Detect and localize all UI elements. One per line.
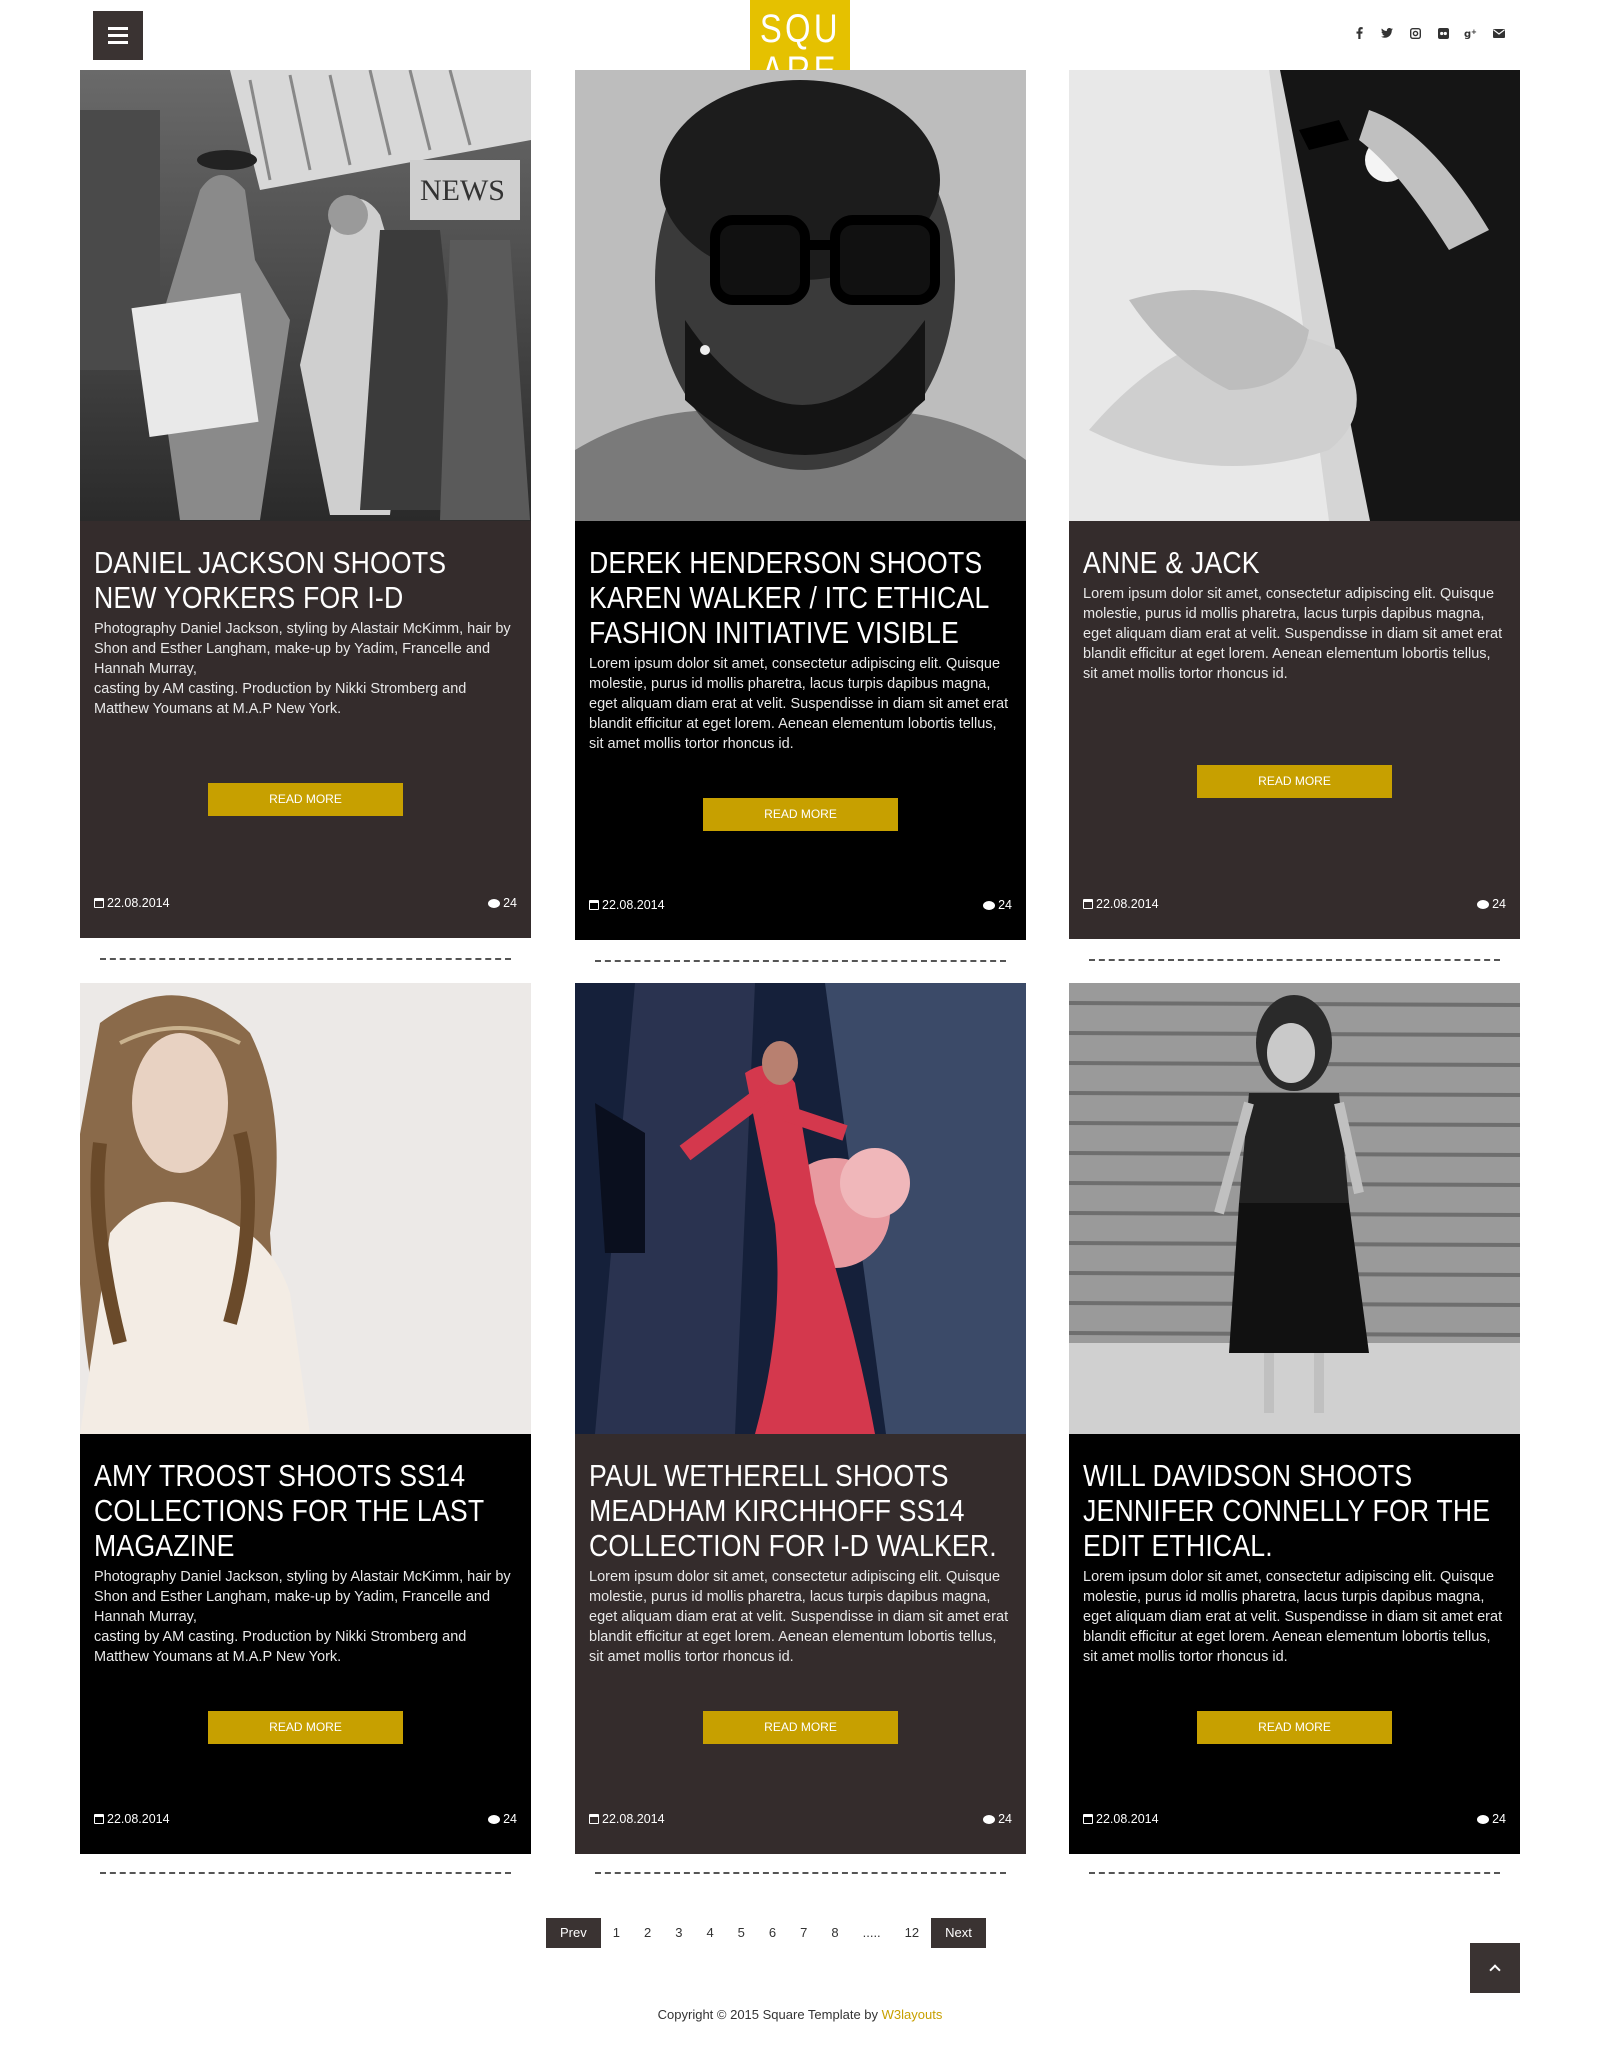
post-date: 22.08.2014 [589,898,665,912]
scroll-to-top-button[interactable] [1470,1943,1520,1993]
divider [595,1872,1006,1874]
page-link[interactable]: 5 [726,1918,757,1948]
divider [100,958,511,960]
post-meta: 22.08.2014 24 [589,898,1012,912]
post-comments[interactable]: 24 [983,1812,1012,1826]
pagination: Prev 1 2 3 4 5 6 7 8 ..... 12 Next [546,1918,986,1948]
calendar-icon [589,900,599,910]
menu-icon-bar [108,34,128,37]
facebook-icon[interactable] [1352,26,1366,40]
post-date: 22.08.2014 [94,1812,170,1826]
post-meta: 22.08.2014 24 [94,896,517,910]
comment-icon [983,1814,996,1824]
post-excerpt: Photography Daniel Jackson, styling by A… [94,1569,511,1665]
page-link[interactable]: 6 [757,1918,788,1948]
comment-icon [488,898,501,908]
footer: Copyright © 2015 Square Template by W3la… [0,2007,1600,2022]
comment-icon [1477,1814,1490,1824]
post-meta: 22.08.2014 24 [1083,1812,1506,1826]
twitter-icon[interactable] [1380,26,1394,40]
next-page-button[interactable]: Next [931,1918,986,1948]
svg-text:+: + [1471,28,1477,36]
post-comments[interactable]: 24 [1477,897,1506,911]
post-image-wedding-couple[interactable] [1069,70,1520,521]
comment-icon [488,1814,501,1824]
post-comments[interactable]: 24 [488,1812,517,1826]
calendar-icon [589,1814,599,1824]
footer-link[interactable]: W3layouts [882,2007,943,2022]
read-more-button[interactable]: READ MORE [1197,1711,1392,1744]
post-comments[interactable]: 24 [488,896,517,910]
page-link[interactable]: 12 [893,1918,931,1948]
post-card: WILL DAVIDSON SHOOTS JENNIFER CONNELLY F… [1069,983,1520,1854]
post-meta: 22.08.2014 24 [589,1812,1012,1826]
instagram-icon[interactable] [1408,26,1422,40]
divider [1089,959,1500,961]
post-date: 22.08.2014 [94,896,170,910]
prev-page-button[interactable]: Prev [546,1918,601,1948]
post-excerpt: Lorem ipsum dolor sit amet, consectetur … [589,1569,1009,1665]
post-date: 22.08.2014 [1083,1812,1159,1826]
social-links: g + [1352,26,1506,40]
post-image-woman-red-dress[interactable] [575,983,1026,1434]
post-comments[interactable]: 24 [983,898,1012,912]
divider [1089,1872,1500,1874]
post-card: ANNE & JACK Lorem ipsum dolor sit amet, … [1069,70,1520,939]
post-meta: 22.08.2014 24 [94,1812,517,1826]
mail-icon[interactable] [1492,26,1506,40]
post-excerpt: Lorem ipsum dolor sit amet, consectetur … [589,656,1009,752]
post-comments[interactable]: 24 [1477,1812,1506,1826]
menu-icon-bar [108,41,128,44]
post-title[interactable]: ANNE & JACK [1083,545,1504,580]
read-more-button[interactable]: READ MORE [208,783,403,816]
post-date: 22.08.2014 [1083,897,1159,911]
page-link[interactable]: 3 [663,1918,694,1948]
post-title[interactable]: DANIEL JACKSON SHOOTS NEW YORKERS FOR I-… [94,545,515,615]
google-plus-icon[interactable]: g + [1464,26,1478,40]
post-meta: 22.08.2014 24 [1083,897,1506,911]
svg-text:NEWS: NEWS [420,174,505,207]
page-ellipsis: ..... [862,1925,881,1940]
menu-button[interactable] [93,11,143,60]
page-link[interactable]: 1 [601,1918,632,1948]
calendar-icon [1083,1814,1093,1824]
post-card: PAUL WETHERELL SHOOTS MEADHAM KIRCHHOFF … [575,983,1026,1854]
page-link[interactable]: 8 [819,1918,850,1948]
page-link[interactable]: 2 [632,1918,663,1948]
post-image-woman-wooden-wall[interactable] [1069,983,1520,1434]
post-title[interactable]: WILL DAVIDSON SHOOTS JENNIFER CONNELLY F… [1083,1458,1504,1563]
chevron-up-icon [1489,1964,1501,1976]
read-more-button[interactable]: READ MORE [1197,765,1392,798]
page-link[interactable]: 4 [694,1918,725,1948]
copyright-text: Copyright © 2015 Square Template by [657,2007,882,2022]
logo-line-1: SQU [759,6,841,51]
post-excerpt: Lorem ipsum dolor sit amet, consectetur … [1083,1569,1503,1665]
post-excerpt: Photography Daniel Jackson, styling by A… [94,621,511,717]
comment-icon [1477,899,1490,909]
calendar-icon [1083,899,1093,909]
read-more-button[interactable]: READ MORE [703,1711,898,1744]
divider [100,1872,511,1874]
post-card: AMY TROOST SHOOTS SS14 COLLECTIONS FOR T… [80,983,531,1854]
post-image-street-newspaper[interactable]: NEWS [80,70,531,521]
post-image-woman-curly-hair[interactable] [80,983,531,1434]
comment-icon [983,900,996,910]
post-title[interactable]: AMY TROOST SHOOTS SS14 COLLECTIONS FOR T… [94,1458,515,1563]
read-more-button[interactable]: READ MORE [208,1711,403,1744]
post-card: NEWS DANIEL JACKSON SHOOTS NEW YORKERS F… [80,70,531,938]
page-link[interactable]: 7 [788,1918,819,1948]
flickr-icon[interactable] [1436,26,1450,40]
calendar-icon [94,898,104,908]
post-excerpt: Lorem ipsum dolor sit amet, consectetur … [1083,586,1503,682]
post-image-man-glasses[interactable] [575,70,1026,521]
post-title[interactable]: PAUL WETHERELL SHOOTS MEADHAM KIRCHHOFF … [589,1458,1010,1563]
calendar-icon [94,1814,104,1824]
post-date: 22.08.2014 [589,1812,665,1826]
post-title[interactable]: DEREK HENDERSON SHOOTS KAREN WALKER / IT… [589,545,1010,650]
read-more-button[interactable]: READ MORE [703,798,898,831]
menu-icon-bar [108,27,128,30]
divider [595,960,1006,962]
post-card: DEREK HENDERSON SHOOTS KAREN WALKER / IT… [575,70,1026,940]
